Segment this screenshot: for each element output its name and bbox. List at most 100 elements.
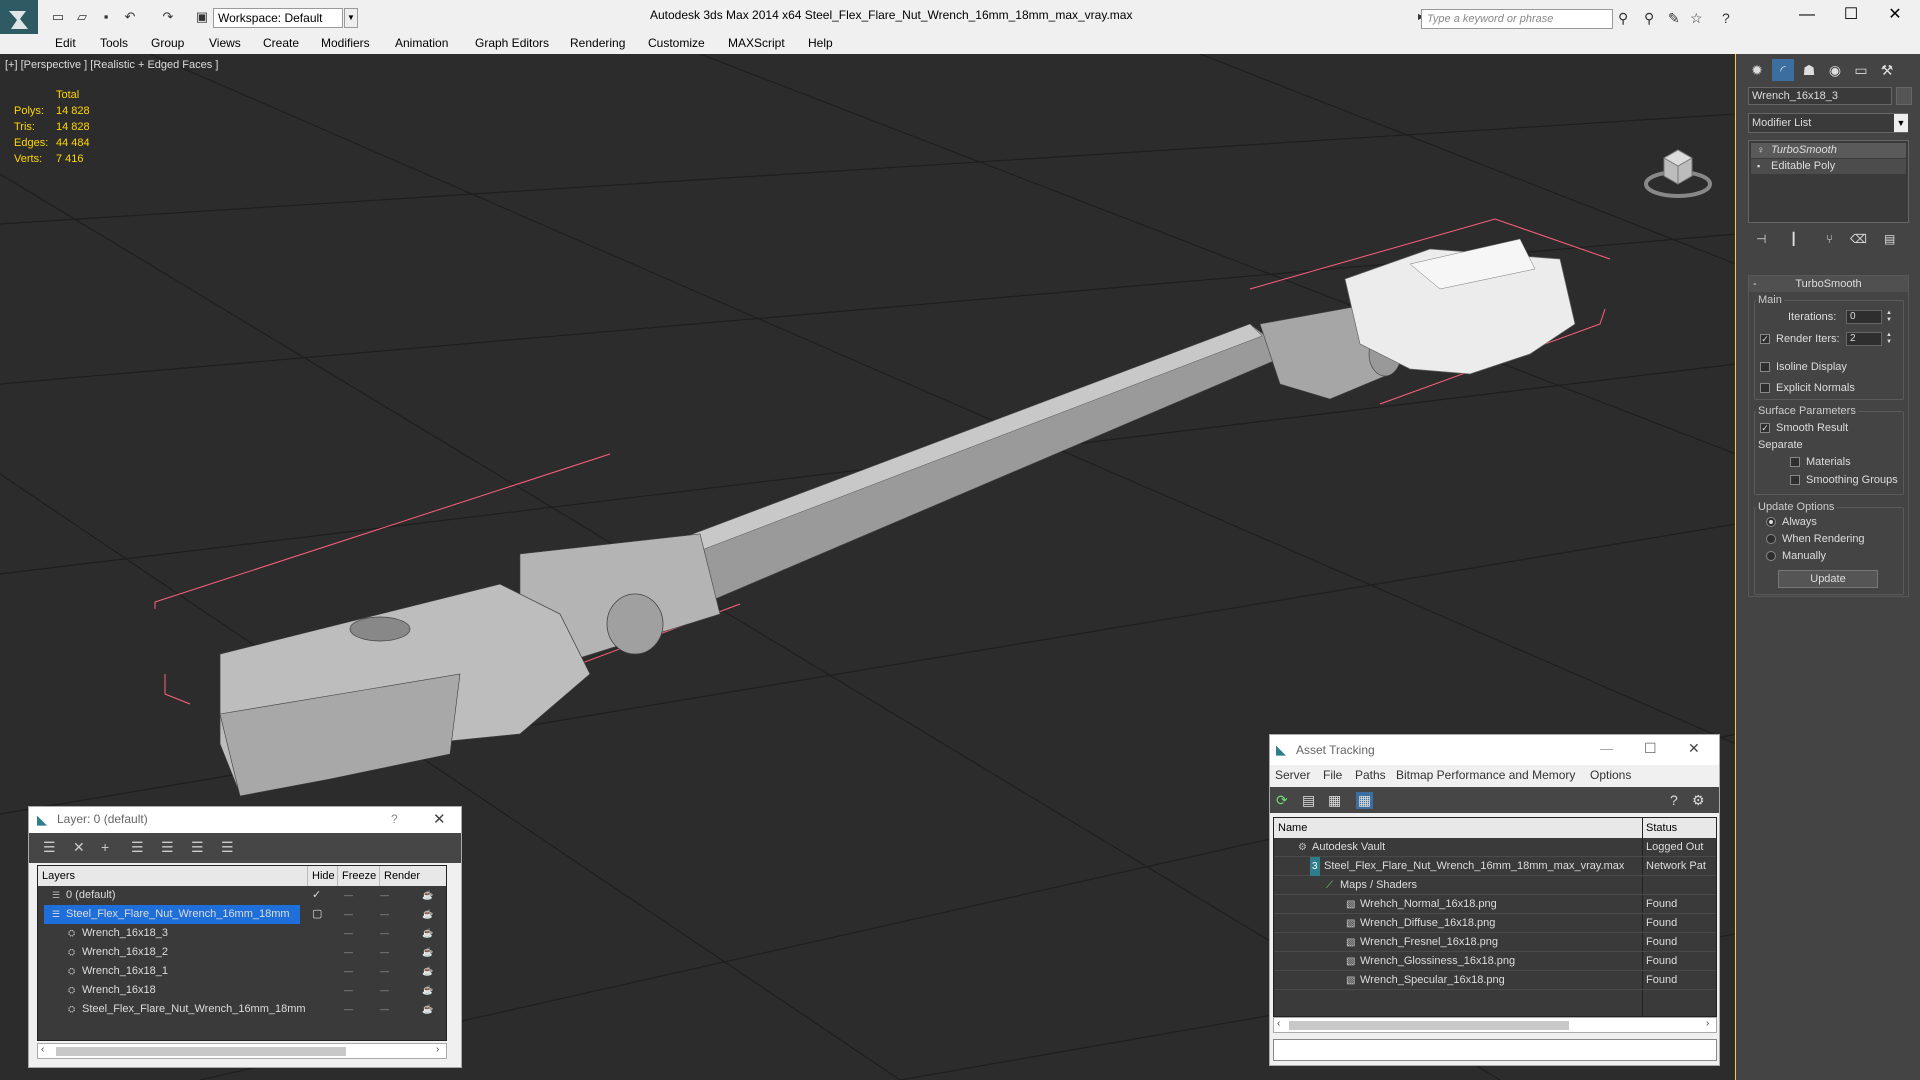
- layer-row[interactable]: ⛭ Steel_Flex_Flare_Nut_Wrench_16mm_18mm …: [38, 1000, 446, 1019]
- render-teapot-icon[interactable]: ☕: [422, 943, 433, 962]
- iterations-spinner[interactable]: 0: [1846, 310, 1882, 324]
- workspace-dropdown[interactable]: Workspace: Default: [213, 8, 343, 28]
- spinner-arrows-icon[interactable]: ▲ ▼: [1884, 332, 1894, 346]
- column-render[interactable]: Render: [380, 866, 446, 886]
- asset-row[interactable]: ⚙ Autodesk Vault Logged Out: [1274, 838, 1716, 857]
- new-file-icon[interactable]: ▭: [50, 10, 66, 24]
- active-layer-check-icon[interactable]: ✓: [312, 886, 321, 905]
- render-teapot-icon[interactable]: ☕: [422, 1000, 433, 1019]
- table-view-icon[interactable]: ▦: [1356, 792, 1374, 809]
- freeze-toggle[interactable]: ―: [380, 886, 389, 905]
- checkbox-icon[interactable]: ✓: [1760, 423, 1770, 434]
- asset-dialog-titlebar[interactable]: ◣ Asset Tracking — ☐ ✕: [1270, 735, 1719, 765]
- collapse-icon[interactable]: -: [1753, 276, 1757, 292]
- freeze-all-icon[interactable]: ☰: [221, 839, 234, 856]
- delete-layer-icon[interactable]: ✕: [73, 839, 85, 856]
- show-end-result-icon[interactable]: ┃: [1790, 232, 1797, 246]
- asset-row[interactable]: ▧ Wrehch_Normal_16x18.png Found: [1274, 895, 1716, 914]
- column-status[interactable]: Status: [1646, 818, 1677, 838]
- project-folder-icon[interactable]: ▣: [194, 10, 210, 24]
- current-layer-box-icon[interactable]: ▢: [312, 905, 322, 924]
- scroll-left-icon[interactable]: ‹: [41, 1044, 44, 1055]
- render-teapot-icon[interactable]: ☕: [422, 905, 433, 924]
- checkbox-icon[interactable]: [1790, 475, 1800, 486]
- explicit-normals-checkbox[interactable]: Explicit Normals: [1760, 382, 1855, 394]
- menu-rendering[interactable]: Rendering: [570, 36, 625, 50]
- menu-customize[interactable]: Customize: [648, 36, 705, 50]
- layer-row[interactable]: ⛭ Wrench_16x18 ― ― ☕: [38, 981, 446, 1000]
- stack-item-editable-poly[interactable]: ▪ Editable Poly: [1751, 159, 1906, 174]
- menu-paths[interactable]: Paths: [1355, 768, 1386, 782]
- freeze-toggle[interactable]: ―: [380, 981, 389, 1000]
- subscription-icon[interactable]: ⚲: [1644, 10, 1654, 27]
- menu-group[interactable]: Group: [151, 36, 184, 50]
- smoothing-groups-checkbox[interactable]: Smoothing Groups: [1790, 474, 1898, 486]
- asset-row[interactable]: ▧ Wrench_Specular_16x18.png Found: [1274, 971, 1716, 990]
- add-to-layer-icon[interactable]: +: [101, 839, 109, 855]
- menu-maxscript[interactable]: MAXScript: [728, 36, 785, 50]
- detail-view-icon[interactable]: ▦: [1328, 792, 1341, 809]
- asset-row[interactable]: ▧ Wrench_Fresnel_16x18.png Found: [1274, 933, 1716, 952]
- configure-sets-icon[interactable]: ▤: [1884, 232, 1895, 246]
- scroll-left-icon[interactable]: ‹: [1277, 1018, 1280, 1029]
- maximize-button[interactable]: ☐: [1644, 740, 1657, 757]
- render-teapot-icon[interactable]: ☕: [422, 962, 433, 981]
- utilities-tab-icon[interactable]: ⚒: [1876, 59, 1898, 81]
- rollout-header[interactable]: - TurboSmooth: [1749, 276, 1908, 292]
- layer-row[interactable]: ⛭ Wrench_16x18_2 ― ― ☕: [38, 943, 446, 962]
- isoline-display-checkbox[interactable]: Isoline Display: [1760, 361, 1847, 373]
- hierarchy-tab-icon[interactable]: ☗: [1798, 59, 1820, 81]
- hide-all-icon[interactable]: ☰: [191, 839, 204, 856]
- asset-path-field[interactable]: [1273, 1039, 1717, 1061]
- hide-toggle[interactable]: ―: [344, 962, 353, 981]
- render-teapot-icon[interactable]: ☕: [422, 981, 433, 1000]
- help-icon[interactable]: ?: [1722, 10, 1730, 26]
- menu-help[interactable]: Help: [808, 36, 833, 50]
- column-name[interactable]: Name: [1278, 818, 1307, 838]
- object-color-swatch[interactable]: [1896, 87, 1912, 105]
- make-unique-icon[interactable]: ⑂: [1826, 232, 1833, 246]
- menu-animation[interactable]: Animation: [395, 36, 448, 50]
- checkbox-icon[interactable]: [1760, 383, 1770, 394]
- spinner-arrows-icon[interactable]: ▲ ▼: [1884, 310, 1894, 324]
- scrollbar-thumb[interactable]: [1289, 1021, 1569, 1030]
- freeze-toggle[interactable]: ―: [380, 1000, 389, 1019]
- minimize-button[interactable]: —: [1600, 741, 1613, 756]
- viewcube-icon[interactable]: [1642, 140, 1714, 200]
- render-teapot-icon[interactable]: ☕: [422, 924, 433, 943]
- close-button[interactable]: ✕: [433, 810, 446, 828]
- help-icon[interactable]: ?: [1670, 792, 1678, 808]
- freeze-toggle[interactable]: ―: [380, 962, 389, 981]
- column-layers[interactable]: Layers: [38, 866, 308, 886]
- layer-row[interactable]: ⛭ Wrench_16x18_1 ― ― ☕: [38, 962, 446, 981]
- create-tab-icon[interactable]: ✹: [1746, 59, 1768, 81]
- asset-row[interactable]: ▧ Wrench_Glossiness_16x18.png Found: [1274, 952, 1716, 971]
- asset-row[interactable]: ⟋ Maps / Shaders: [1274, 876, 1716, 895]
- stack-item-turbosmooth[interactable]: ♀ TurboSmooth: [1751, 143, 1906, 158]
- menu-tools[interactable]: Tools: [100, 36, 128, 50]
- menu-options[interactable]: Options: [1590, 768, 1631, 782]
- highlight-layer-icon[interactable]: ☰: [161, 839, 174, 856]
- freeze-toggle[interactable]: ―: [380, 905, 389, 924]
- column-hide[interactable]: Hide: [308, 866, 338, 886]
- menu-modifiers[interactable]: Modifiers: [321, 36, 370, 50]
- radio-icon[interactable]: [1766, 534, 1776, 545]
- radio-icon[interactable]: [1766, 517, 1776, 528]
- scroll-right-icon[interactable]: ›: [436, 1044, 439, 1055]
- column-freeze[interactable]: Freeze: [338, 866, 380, 886]
- expand-plus-icon[interactable]: ▪: [1757, 159, 1760, 174]
- modify-tab-icon[interactable]: ◜: [1772, 59, 1794, 81]
- manually-radio[interactable]: Manually: [1766, 550, 1826, 562]
- render-iters-checkbox[interactable]: ✓ Render Iters:: [1760, 333, 1840, 345]
- menu-file[interactable]: File: [1323, 768, 1342, 782]
- layer-row[interactable]: ☰ 0 (default) ✓ ― ― ☕: [38, 886, 446, 905]
- hide-toggle[interactable]: ―: [344, 1000, 353, 1019]
- hide-toggle[interactable]: ―: [344, 924, 353, 943]
- list-view-icon[interactable]: ▤: [1302, 792, 1315, 809]
- lightbulb-icon[interactable]: ♀: [1757, 143, 1765, 158]
- create-layer-icon[interactable]: ☰: [43, 839, 56, 856]
- menu-views[interactable]: Views: [209, 36, 241, 50]
- search-input[interactable]: Type a keyword or phrase: [1421, 9, 1613, 29]
- menu-bitmap-performance[interactable]: Bitmap Performance and Memory: [1396, 768, 1575, 782]
- modifier-list-dropdown[interactable]: Modifier List: [1748, 113, 1908, 133]
